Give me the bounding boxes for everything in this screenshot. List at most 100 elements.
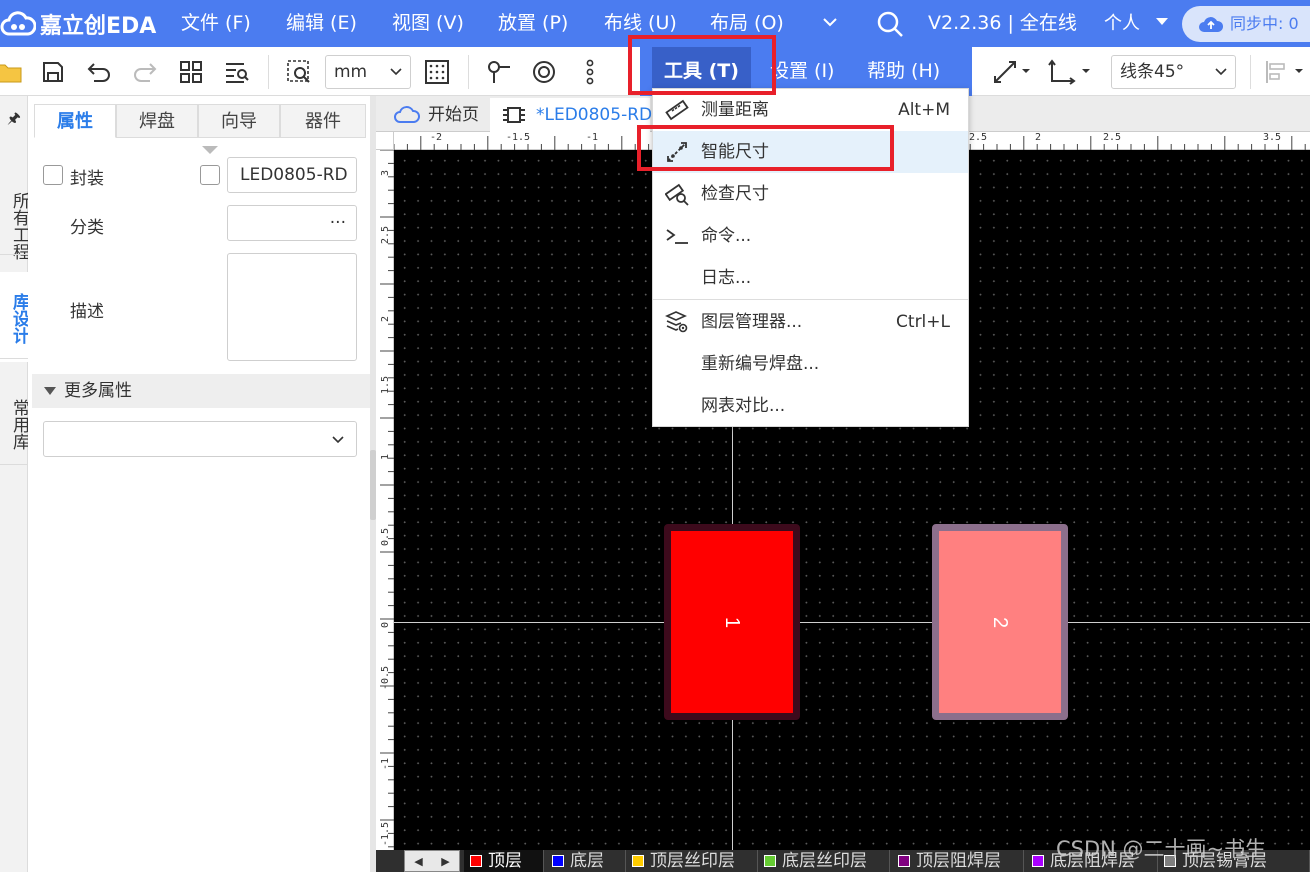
left-vertical-tabs: 🖈 所有工程 库设计 常用库	[0, 96, 29, 872]
ruler-label: -2	[430, 132, 443, 143]
app-logo[interactable]: 嘉立创EDA	[0, 8, 156, 40]
menu-item-layer-manager[interactable]: 图层管理器... Ctrl+L	[653, 301, 968, 343]
grid-snap-icon[interactable]	[422, 57, 452, 87]
ruler-label: 3.5	[1263, 132, 1282, 143]
vtab-common-library[interactable]: 常用库	[0, 378, 29, 468]
category-label: 分类	[70, 218, 104, 238]
cloud-icon	[394, 106, 420, 123]
align-left-icon[interactable]	[1262, 57, 1308, 87]
menu-item-label: 图层管理器...	[701, 312, 803, 332]
dimension-tool-icon[interactable]	[990, 57, 1034, 87]
line-mode-value: 线条45°	[1120, 62, 1185, 82]
collapse-caret-icon[interactable]	[202, 146, 218, 154]
pad-number: 2	[989, 616, 1012, 628]
menu-item-log[interactable]: 日志...	[653, 257, 968, 299]
pad-number: 1	[721, 616, 744, 628]
line-mode-select[interactable]: 线条45°	[1111, 55, 1236, 89]
ruler-label: 2	[1035, 132, 1042, 143]
sync-label: 同步中: 0	[1230, 14, 1299, 33]
more-vertical-icon[interactable]	[575, 57, 605, 87]
save-icon[interactable]	[38, 57, 68, 87]
highlight-box-tools	[628, 35, 776, 95]
layer-color-swatch	[1032, 855, 1044, 867]
layer-label: 顶层	[488, 851, 522, 871]
chevron-down-icon	[332, 436, 344, 444]
menu-place[interactable]: 放置 (P)	[498, 0, 568, 47]
highlight-box-smart-dimension	[637, 125, 894, 171]
layer-top[interactable]: 顶层	[464, 850, 544, 872]
menu-item-label: 网表对比...	[701, 396, 786, 416]
layer-label: 底层丝印层	[782, 851, 867, 871]
tab-properties[interactable]: 属性	[34, 104, 116, 138]
undo-icon[interactable]	[84, 57, 114, 87]
footprint-label: 封装	[70, 169, 104, 189]
unit-select[interactable]: mm	[325, 55, 411, 89]
redo-icon[interactable]	[130, 57, 160, 87]
ruler-label: 0	[380, 621, 391, 628]
tab-pads[interactable]: 焊盘	[116, 104, 198, 138]
menu-view[interactable]: 视图 (V)	[392, 0, 464, 47]
menu-file[interactable]: 文件 (F)	[181, 0, 251, 47]
description-textarea[interactable]	[227, 253, 357, 361]
tab-device[interactable]: 器件	[280, 104, 366, 138]
ruler-label: 2	[380, 315, 391, 322]
tab-wizard[interactable]: 向导	[198, 104, 280, 138]
menu-item-check-dimension[interactable]: 检查尺寸	[653, 173, 968, 215]
unit-value: mm	[334, 62, 368, 82]
layer-nav[interactable]: ◀ ▶	[404, 850, 460, 872]
search-icon[interactable]	[876, 10, 904, 38]
layer-label: 顶层阻焊层	[916, 851, 1001, 871]
x-axis-line	[394, 622, 1310, 623]
category-input[interactable]: ···	[227, 205, 357, 241]
cloud-logo-icon	[0, 11, 36, 36]
layer-label: 底层	[570, 851, 604, 871]
menu-more-chevron-icon[interactable]	[822, 0, 838, 47]
vtab-separator	[0, 464, 28, 465]
menu-item-renumber-pads[interactable]: 重新编号焊盘...	[653, 343, 968, 385]
tab-led0805[interactable]: *LED0805-RD	[490, 98, 652, 132]
menu-edit[interactable]: 编辑 (E)	[286, 0, 357, 47]
caret-left-icon[interactable]: ◀	[414, 855, 422, 868]
ruler-corner	[376, 132, 394, 150]
vtab-library-design[interactable]: 库设计	[0, 272, 29, 362]
user-menu[interactable]: 个人	[1104, 0, 1140, 47]
ruler-label: 0.5	[380, 527, 391, 546]
vertical-ruler: 3 2.5 2 1.5 1 0.5 0 -0.5 -1 -1.5	[376, 150, 394, 850]
layer-color-swatch	[552, 855, 564, 867]
pad-tool-icon[interactable]	[529, 57, 559, 87]
layer-label: 顶层丝印层	[650, 851, 735, 871]
ruler-label: -0.5	[380, 665, 391, 690]
layer-bottom[interactable]: 底层	[546, 850, 626, 872]
footprint-value-checkbox[interactable]	[200, 165, 220, 185]
user-caret-icon[interactable]	[1156, 18, 1168, 25]
footprint-checkbox[interactable]	[43, 165, 63, 185]
list-search-icon[interactable]	[222, 57, 252, 87]
open-folder-icon[interactable]	[0, 57, 24, 87]
layer-bottom-silk[interactable]: 底层丝印层	[758, 850, 890, 872]
chevron-down-icon	[1215, 68, 1227, 76]
layer-top-mask[interactable]: 顶层阻焊层	[892, 850, 1024, 872]
menu-item-command[interactable]: 命令...	[653, 215, 968, 257]
layer-color-swatch	[470, 855, 482, 867]
tab-start-page[interactable]: 开始页	[382, 98, 490, 132]
menu-item-netlist-compare[interactable]: 网表对比...	[653, 385, 968, 427]
layer-top-silk[interactable]: 顶层丝印层	[626, 850, 758, 872]
vtab-separator	[0, 358, 28, 359]
pin-icon[interactable]: 🖈	[7, 108, 21, 133]
sync-status[interactable]: 同步中: 0	[1182, 6, 1310, 42]
pin-tool-icon[interactable]	[484, 57, 514, 87]
zoom-area-icon[interactable]	[284, 57, 314, 87]
footprint-input[interactable]: LED0805-RD	[227, 157, 357, 193]
pad-2[interactable]: 2	[932, 524, 1068, 720]
caret-down-icon	[44, 387, 56, 395]
more-properties-section[interactable]: 更多属性	[32, 374, 370, 408]
angle-dimension-icon[interactable]	[1046, 57, 1094, 87]
version-label: V2.2.36 | 全在线	[928, 12, 1077, 34]
grid-layout-icon[interactable]	[176, 57, 206, 87]
caret-right-icon[interactable]: ▶	[441, 855, 449, 868]
tab-start-page-label: 开始页	[428, 105, 479, 125]
more-properties-select[interactable]	[43, 421, 357, 457]
menu-item-label: 命令...	[701, 226, 752, 246]
watermark: CSDN @二十画~书生	[1056, 837, 1267, 861]
pad-1[interactable]: 1	[664, 524, 800, 720]
